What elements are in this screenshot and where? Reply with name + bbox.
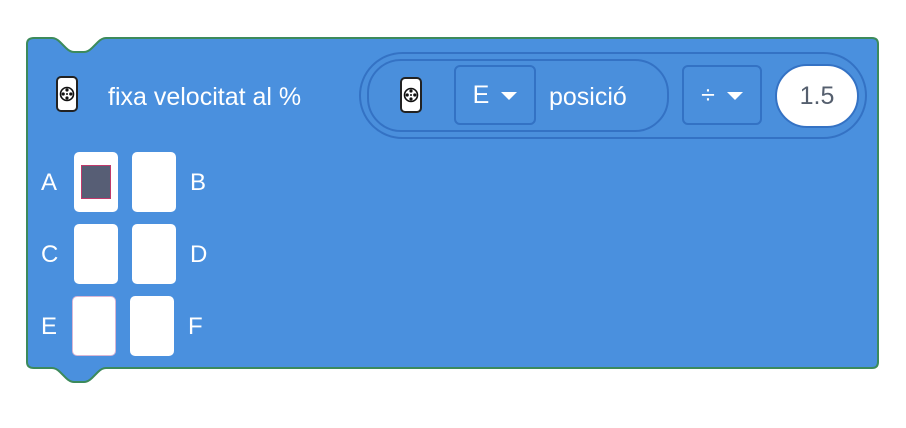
position-label: posició	[549, 83, 627, 111]
number-input[interactable]: 1.5	[775, 64, 859, 128]
port-label-e: E	[41, 313, 58, 340]
chevron-down-icon	[726, 92, 743, 100]
port-label-f: F	[188, 313, 203, 340]
port-button-e[interactable]	[72, 296, 116, 356]
chevron-down-icon	[501, 92, 518, 100]
port-label-c: C	[41, 241, 59, 268]
port-button-a[interactable]	[74, 152, 118, 212]
port-selected-indicator	[81, 165, 111, 199]
port-button-d[interactable]	[132, 224, 176, 284]
block-label: fixa velocitat al %	[108, 83, 302, 111]
port-button-c[interactable]	[74, 224, 118, 284]
port-label-a: A	[41, 169, 58, 196]
motor-icon	[400, 77, 422, 113]
port-label-d: D	[190, 241, 208, 268]
operator-dropdown-value: ÷	[701, 80, 715, 109]
port-dropdown[interactable]: E	[454, 65, 536, 125]
port-label-b: B	[190, 169, 207, 196]
port-button-f[interactable]	[130, 296, 174, 356]
operator-dropdown[interactable]: ÷	[682, 65, 762, 125]
number-input-value: 1.5	[799, 81, 835, 110]
port-button-b[interactable]	[132, 152, 176, 212]
motor-icon	[56, 76, 78, 112]
port-dropdown-value: E	[472, 80, 490, 109]
